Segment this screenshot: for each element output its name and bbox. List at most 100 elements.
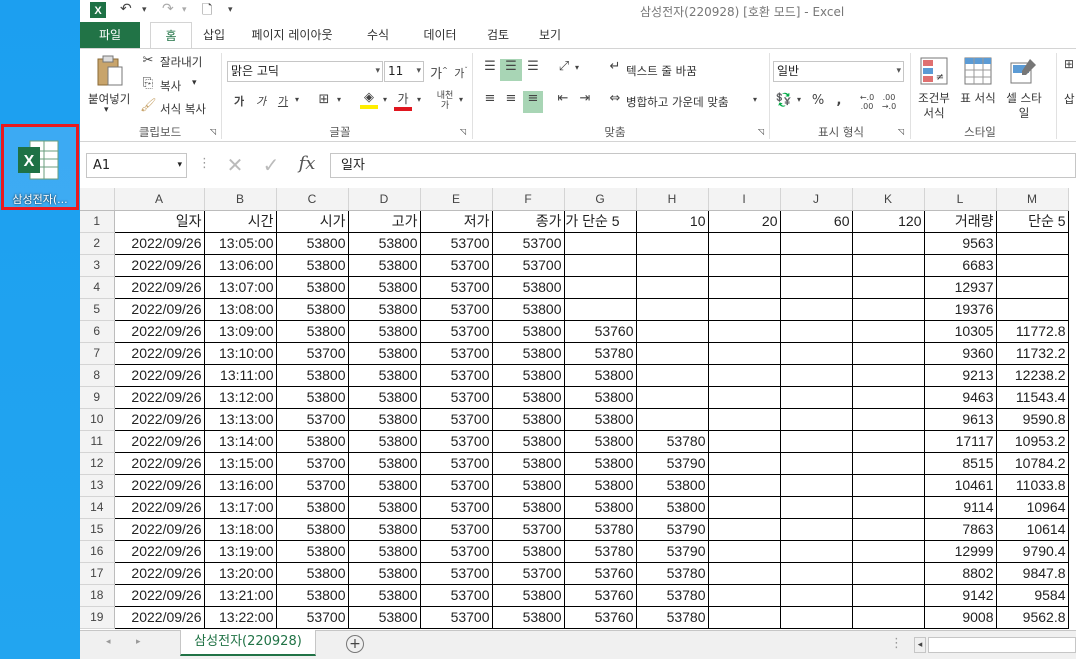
accounting-format-icon[interactable]: 💱 [774, 93, 794, 108]
cell[interactable]: 17117 [924, 430, 997, 453]
cell[interactable]: 60 [780, 210, 853, 233]
increase-indent-icon[interactable]: ⇥ [576, 91, 594, 106]
cell[interactable]: 53800 [276, 320, 349, 343]
cell[interactable]: 2022/09/26 [114, 584, 205, 607]
chevron-down-icon[interactable]: ▾ [572, 63, 582, 72]
cell[interactable]: 53800 [564, 474, 637, 497]
cell[interactable] [780, 430, 853, 453]
cell[interactable]: 13:18:00 [204, 518, 277, 541]
cell[interactable]: 53700 [276, 408, 349, 431]
cell[interactable]: 53780 [564, 342, 637, 365]
cell[interactable]: 10614 [996, 518, 1069, 541]
cell[interactable]: 53800 [348, 276, 421, 299]
cell[interactable]: 53800 [492, 606, 565, 629]
cell[interactable]: 2022/09/26 [114, 562, 205, 585]
cell[interactable]: 53800 [276, 518, 349, 541]
horizontal-scrollbar[interactable] [928, 637, 1076, 653]
cell[interactable]: 53700 [492, 518, 565, 541]
cell[interactable] [564, 232, 637, 255]
cell[interactable]: 53800 [276, 232, 349, 255]
cell[interactable] [708, 364, 781, 387]
cell[interactable]: 53800 [348, 452, 421, 475]
cell[interactable]: 11033.8 [996, 474, 1069, 497]
cell[interactable]: 53800 [348, 386, 421, 409]
cell[interactable]: 13:08:00 [204, 298, 277, 321]
cell[interactable]: 53700 [420, 276, 493, 299]
phonetic-icon[interactable]: 내천 가 [434, 91, 456, 111]
cell[interactable]: 13:19:00 [204, 540, 277, 563]
cell[interactable] [852, 518, 925, 541]
cell[interactable] [996, 232, 1069, 255]
cell[interactable]: 53760 [564, 562, 637, 585]
cell[interactable]: 53800 [276, 496, 349, 519]
cell[interactable]: 53800 [492, 540, 565, 563]
cell[interactable]: 9590.8 [996, 408, 1069, 431]
row-header[interactable]: 9 [80, 386, 115, 409]
cell[interactable]: 53700 [420, 430, 493, 453]
cell[interactable]: 53700 [420, 606, 493, 629]
cell[interactable]: 53800 [348, 254, 421, 277]
row-header[interactable]: 14 [80, 496, 115, 519]
cell[interactable] [852, 386, 925, 409]
row-header[interactable]: 4 [80, 276, 115, 299]
cell[interactable] [780, 496, 853, 519]
cell[interactable]: 53800 [276, 386, 349, 409]
format-painter-button[interactable]: 서식 복사 [160, 101, 206, 117]
cell[interactable]: 53700 [276, 342, 349, 365]
cell[interactable] [780, 298, 853, 321]
cell[interactable] [852, 430, 925, 453]
chevron-down-icon[interactable]: ▾ [456, 95, 466, 104]
cell[interactable]: 53700 [276, 606, 349, 629]
cell[interactable]: 2022/09/26 [114, 342, 205, 365]
cell[interactable]: 53800 [492, 364, 565, 387]
cell[interactable] [852, 342, 925, 365]
column-header-i[interactable]: I [708, 188, 781, 211]
cell[interactable]: 13:05:00 [204, 232, 277, 255]
cell[interactable]: 53800 [348, 562, 421, 585]
cell[interactable] [636, 408, 709, 431]
clipboard-launcher-icon[interactable]: ◹ [210, 127, 216, 136]
cell[interactable]: 53800 [564, 364, 637, 387]
cell[interactable] [636, 298, 709, 321]
cell[interactable] [780, 606, 853, 629]
cell[interactable]: 53800 [492, 276, 565, 299]
cell[interactable] [852, 584, 925, 607]
row-header[interactable]: 8 [80, 364, 115, 387]
cell[interactable]: 2022/09/26 [114, 408, 205, 431]
row-header[interactable]: 6 [80, 320, 115, 343]
worksheet-grid[interactable]: ABCDEFGHIJKLM 1일자시간시가고가저가종가종가 단순 5102060… [80, 188, 1076, 630]
column-header-k[interactable]: K [852, 188, 925, 211]
cell[interactable] [780, 584, 853, 607]
next-sheet-icon[interactable]: ▸ [136, 637, 141, 647]
cell[interactable]: 53800 [492, 320, 565, 343]
cell[interactable] [564, 254, 637, 277]
cell[interactable] [852, 474, 925, 497]
cell[interactable]: 13:12:00 [204, 386, 277, 409]
row-header[interactable]: 15 [80, 518, 115, 541]
row-header[interactable]: 16 [80, 540, 115, 563]
select-all-corner[interactable] [80, 188, 115, 211]
cell[interactable]: 53700 [420, 232, 493, 255]
cell[interactable] [852, 254, 925, 277]
cell[interactable]: 13:13:00 [204, 408, 277, 431]
cell[interactable]: 2022/09/26 [114, 298, 205, 321]
cell[interactable]: 9463 [924, 386, 997, 409]
row-header[interactable]: 11 [80, 430, 115, 453]
cell[interactable]: 20 [708, 210, 781, 233]
cell[interactable]: 2022/09/26 [114, 320, 205, 343]
merge-center-button[interactable]: 병합하고 가운데 맞춤 [626, 94, 729, 110]
column-header-c[interactable]: C [276, 188, 349, 211]
cell[interactable]: 13:14:00 [204, 430, 277, 453]
cell[interactable] [636, 320, 709, 343]
tab-data[interactable]: 데이터 [416, 22, 464, 48]
cell[interactable]: 53800 [492, 430, 565, 453]
cell[interactable]: 53700 [420, 408, 493, 431]
comma-style-icon[interactable]: , [832, 93, 846, 108]
cell[interactable]: 53800 [348, 474, 421, 497]
cell[interactable]: 2022/09/26 [114, 232, 205, 255]
cell[interactable]: 2022/09/26 [114, 496, 205, 519]
align-center-icon[interactable]: ≡ [500, 91, 522, 113]
prev-sheet-icon[interactable]: ◂ [106, 637, 111, 647]
cell[interactable] [708, 540, 781, 563]
cell[interactable] [708, 276, 781, 299]
